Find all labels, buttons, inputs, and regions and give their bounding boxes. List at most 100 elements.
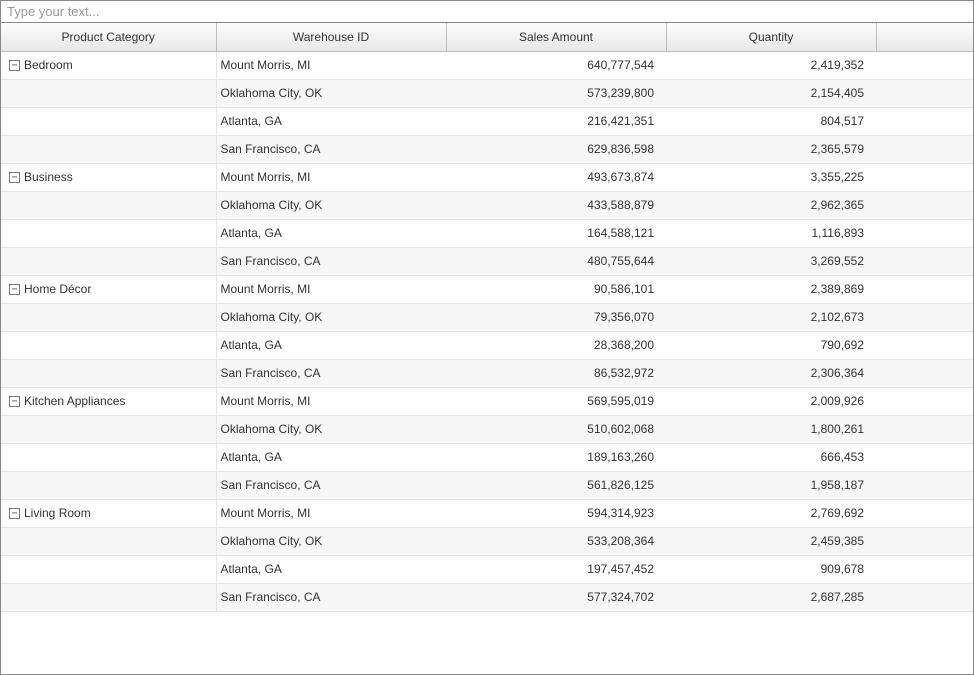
category-label: Bedroom bbox=[24, 58, 73, 72]
qty-cell: 2,962,365 bbox=[666, 191, 876, 219]
qty-cell: 2,009,926 bbox=[666, 387, 876, 415]
table-row[interactable]: Atlanta, GA189,163,260666,453 bbox=[1, 443, 973, 471]
table-row[interactable]: San Francisco, CA480,755,6443,269,552 bbox=[1, 247, 973, 275]
extra-cell bbox=[876, 415, 973, 443]
header-sales[interactable]: Sales Amount bbox=[446, 23, 666, 51]
qty-cell: 3,355,225 bbox=[666, 163, 876, 191]
collapse-icon[interactable]: − bbox=[9, 284, 20, 295]
sales-cell: 480,755,644 bbox=[446, 247, 666, 275]
qty-cell: 2,389,869 bbox=[666, 275, 876, 303]
warehouse-cell: Mount Morris, MI bbox=[216, 499, 446, 527]
extra-cell bbox=[876, 275, 973, 303]
qty-cell: 2,459,385 bbox=[666, 527, 876, 555]
qty-cell: 1,800,261 bbox=[666, 415, 876, 443]
extra-cell bbox=[876, 135, 973, 163]
table-row[interactable]: San Francisco, CA86,532,9722,306,364 bbox=[1, 359, 973, 387]
extra-cell bbox=[876, 163, 973, 191]
warehouse-cell: Atlanta, GA bbox=[216, 443, 446, 471]
warehouse-cell: Mount Morris, MI bbox=[216, 163, 446, 191]
warehouse-cell: Atlanta, GA bbox=[216, 107, 446, 135]
table-row[interactable]: Atlanta, GA164,588,1211,116,893 bbox=[1, 219, 973, 247]
extra-cell bbox=[876, 191, 973, 219]
category-cell: −Bedroom bbox=[1, 51, 216, 79]
sales-cell: 533,208,364 bbox=[446, 527, 666, 555]
sales-cell: 577,324,702 bbox=[446, 583, 666, 611]
sales-cell: 573,239,800 bbox=[446, 79, 666, 107]
header-qty[interactable]: Quantity bbox=[666, 23, 876, 51]
warehouse-cell: Mount Morris, MI bbox=[216, 387, 446, 415]
sales-cell: 493,673,874 bbox=[446, 163, 666, 191]
warehouse-cell: San Francisco, CA bbox=[216, 359, 446, 387]
warehouse-cell: Oklahoma City, OK bbox=[216, 527, 446, 555]
table-row[interactable]: Oklahoma City, OK510,602,0681,800,261 bbox=[1, 415, 973, 443]
table-row[interactable]: Atlanta, GA216,421,351804,517 bbox=[1, 107, 973, 135]
table-row[interactable]: Atlanta, GA28,368,200790,692 bbox=[1, 331, 973, 359]
qty-cell: 1,116,893 bbox=[666, 219, 876, 247]
warehouse-cell: Oklahoma City, OK bbox=[216, 303, 446, 331]
category-cell bbox=[1, 79, 216, 107]
header-extra[interactable] bbox=[876, 23, 973, 51]
sales-cell: 216,421,351 bbox=[446, 107, 666, 135]
sales-cell: 189,163,260 bbox=[446, 443, 666, 471]
extra-cell bbox=[876, 443, 973, 471]
extra-cell bbox=[876, 499, 973, 527]
table-row[interactable]: San Francisco, CA577,324,7022,687,285 bbox=[1, 583, 973, 611]
extra-cell bbox=[876, 527, 973, 555]
header-warehouse[interactable]: Warehouse ID bbox=[216, 23, 446, 51]
table-row[interactable]: Oklahoma City, OK533,208,3642,459,385 bbox=[1, 527, 973, 555]
table-row[interactable]: −Kitchen AppliancesMount Morris, MI569,5… bbox=[1, 387, 973, 415]
table-row[interactable]: −BusinessMount Morris, MI493,673,8743,35… bbox=[1, 163, 973, 191]
warehouse-cell: Atlanta, GA bbox=[216, 331, 446, 359]
category-cell bbox=[1, 415, 216, 443]
category-cell bbox=[1, 107, 216, 135]
qty-cell: 3,269,552 bbox=[666, 247, 876, 275]
collapse-icon[interactable]: − bbox=[9, 60, 20, 71]
table-row[interactable]: San Francisco, CA561,826,1251,958,187 bbox=[1, 471, 973, 499]
collapse-icon[interactable]: − bbox=[9, 396, 20, 407]
table-row[interactable]: Oklahoma City, OK573,239,8002,154,405 bbox=[1, 79, 973, 107]
warehouse-cell: Atlanta, GA bbox=[216, 555, 446, 583]
header-category[interactable]: Product Category bbox=[1, 23, 216, 51]
table-row[interactable]: Oklahoma City, OK433,588,8792,962,365 bbox=[1, 191, 973, 219]
table-row[interactable]: San Francisco, CA629,836,5982,365,579 bbox=[1, 135, 973, 163]
table-row[interactable]: −BedroomMount Morris, MI640,777,5442,419… bbox=[1, 51, 973, 79]
qty-cell: 2,154,405 bbox=[666, 79, 876, 107]
warehouse-cell: San Francisco, CA bbox=[216, 583, 446, 611]
table-row[interactable]: Atlanta, GA197,457,452909,678 bbox=[1, 555, 973, 583]
extra-cell bbox=[876, 107, 973, 135]
sales-cell: 164,588,121 bbox=[446, 219, 666, 247]
qty-cell: 666,453 bbox=[666, 443, 876, 471]
extra-cell bbox=[876, 247, 973, 275]
category-cell bbox=[1, 443, 216, 471]
warehouse-cell: Oklahoma City, OK bbox=[216, 415, 446, 443]
text-input[interactable] bbox=[1, 1, 973, 23]
category-cell bbox=[1, 219, 216, 247]
table-row[interactable]: Oklahoma City, OK79,356,0702,102,673 bbox=[1, 303, 973, 331]
category-label: Home Décor bbox=[24, 282, 91, 296]
table-row[interactable]: −Home DécorMount Morris, MI90,586,1012,3… bbox=[1, 275, 973, 303]
extra-cell bbox=[876, 583, 973, 611]
warehouse-cell: San Francisco, CA bbox=[216, 247, 446, 275]
warehouse-cell: Oklahoma City, OK bbox=[216, 191, 446, 219]
extra-cell bbox=[876, 79, 973, 107]
warehouse-cell: San Francisco, CA bbox=[216, 471, 446, 499]
category-label: Living Room bbox=[24, 506, 91, 520]
qty-cell: 790,692 bbox=[666, 331, 876, 359]
table-row[interactable]: −Living RoomMount Morris, MI594,314,9232… bbox=[1, 499, 973, 527]
extra-cell bbox=[876, 219, 973, 247]
collapse-icon[interactable]: − bbox=[9, 508, 20, 519]
qty-cell: 2,419,352 bbox=[666, 51, 876, 79]
category-cell bbox=[1, 247, 216, 275]
header-row: Product Category Warehouse ID Sales Amou… bbox=[1, 23, 973, 51]
collapse-icon[interactable]: − bbox=[9, 172, 20, 183]
qty-cell: 804,517 bbox=[666, 107, 876, 135]
qty-cell: 909,678 bbox=[666, 555, 876, 583]
warehouse-cell: Atlanta, GA bbox=[216, 219, 446, 247]
extra-cell bbox=[876, 387, 973, 415]
qty-cell: 2,769,692 bbox=[666, 499, 876, 527]
category-cell bbox=[1, 583, 216, 611]
sales-cell: 629,836,598 bbox=[446, 135, 666, 163]
sales-cell: 561,826,125 bbox=[446, 471, 666, 499]
sales-cell: 79,356,070 bbox=[446, 303, 666, 331]
pivot-table: Product Category Warehouse ID Sales Amou… bbox=[1, 23, 973, 612]
